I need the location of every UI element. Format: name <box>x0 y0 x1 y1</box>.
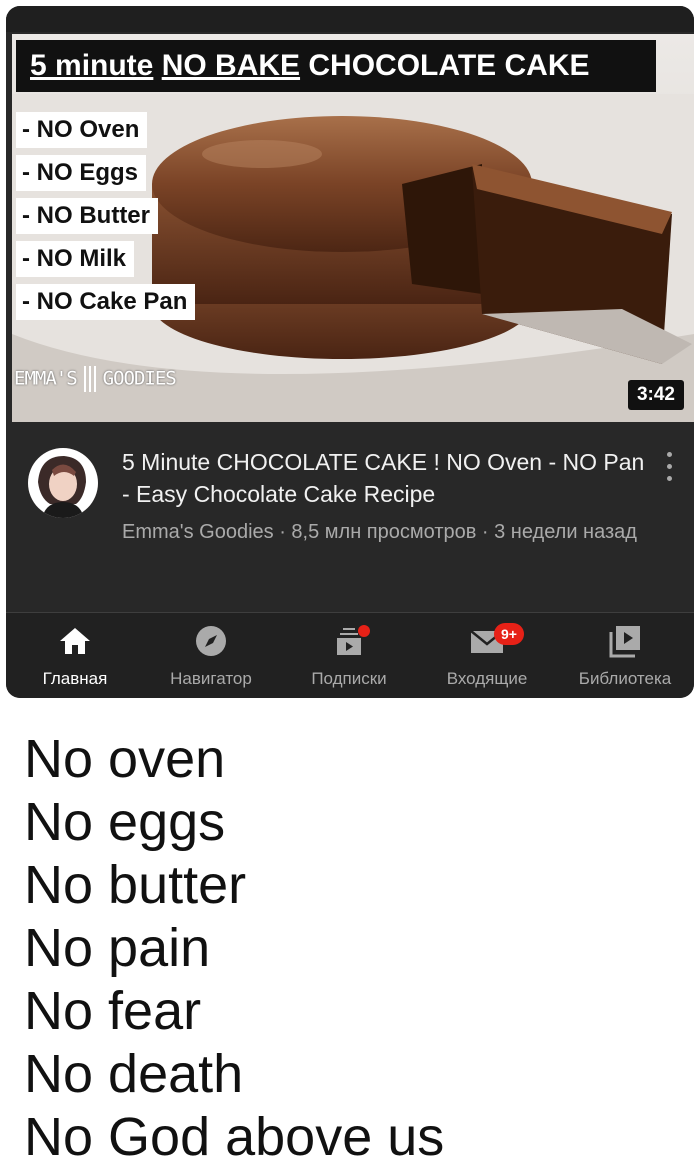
thumbnail-tag: - NO Butter <box>16 198 158 234</box>
nav-item-inbox[interactable]: 9+ Входящие <box>422 623 552 689</box>
notification-dot <box>358 625 370 637</box>
caption-line: No pain <box>24 918 211 978</box>
library-icon <box>560 623 690 659</box>
video-metadata: Emma's Goodies · 8,5 млн просмотров · 3 … <box>122 521 637 543</box>
thumbnail-tag: - NO Oven <box>16 112 148 148</box>
channel-avatar[interactable] <box>28 448 98 518</box>
nav-item-library[interactable]: Библиотека <box>560 623 690 689</box>
inbox-icon: 9+ <box>422 623 552 659</box>
top-bar <box>6 6 694 32</box>
nav-item-home[interactable]: Главная <box>10 623 140 689</box>
nav-item-explore[interactable]: Навигатор <box>146 623 276 689</box>
screenshot-frame: 5 minute NO BAKE CHOCOLATE CAKE - NO Ove… <box>6 6 694 698</box>
avatar-image <box>28 448 98 518</box>
caption-line: No oven <box>24 729 226 789</box>
compass-icon <box>146 623 276 659</box>
more-options-icon[interactable] <box>666 452 674 488</box>
channel-logo: EMMA'S GOODIES <box>14 364 177 394</box>
video-thumbnail[interactable]: 5 minute NO BAKE CHOCOLATE CAKE - NO Ove… <box>12 34 694 422</box>
thumbnail-tag: - NO Milk <box>16 241 135 277</box>
caption-line: No eggs <box>24 792 226 852</box>
video-duration: 3:42 <box>627 380 684 410</box>
thumbnail-title: 5 minute NO BAKE CHOCOLATE CAKE <box>16 40 656 92</box>
caption-line: No God above us <box>24 1107 445 1167</box>
caption-text: No oven No eggs No butter No pain No fea… <box>24 728 444 1169</box>
bottom-navigation: Главная Навигатор Подписки 9+ Входящие Б… <box>6 613 694 698</box>
caption-line: No fear <box>24 981 202 1041</box>
home-icon <box>10 623 140 659</box>
nav-item-subscriptions[interactable]: Подписки <box>284 623 414 689</box>
thumbnail-tag: - NO Cake Pan <box>16 284 196 320</box>
thumbnail-tag: - NO Eggs <box>16 155 147 191</box>
video-title[interactable]: 5 Minute CHOCOLATE CAKE ! NO Oven - NO P… <box>122 446 656 510</box>
subscriptions-icon <box>284 623 414 659</box>
caption-line: No death <box>24 1044 244 1104</box>
video-info[interactable]: 5 Minute CHOCOLATE CAKE ! NO Oven - NO P… <box>6 422 694 612</box>
whisk-icon <box>83 366 96 392</box>
caption-line: No butter <box>24 855 247 915</box>
inbox-badge: 9+ <box>494 623 524 645</box>
